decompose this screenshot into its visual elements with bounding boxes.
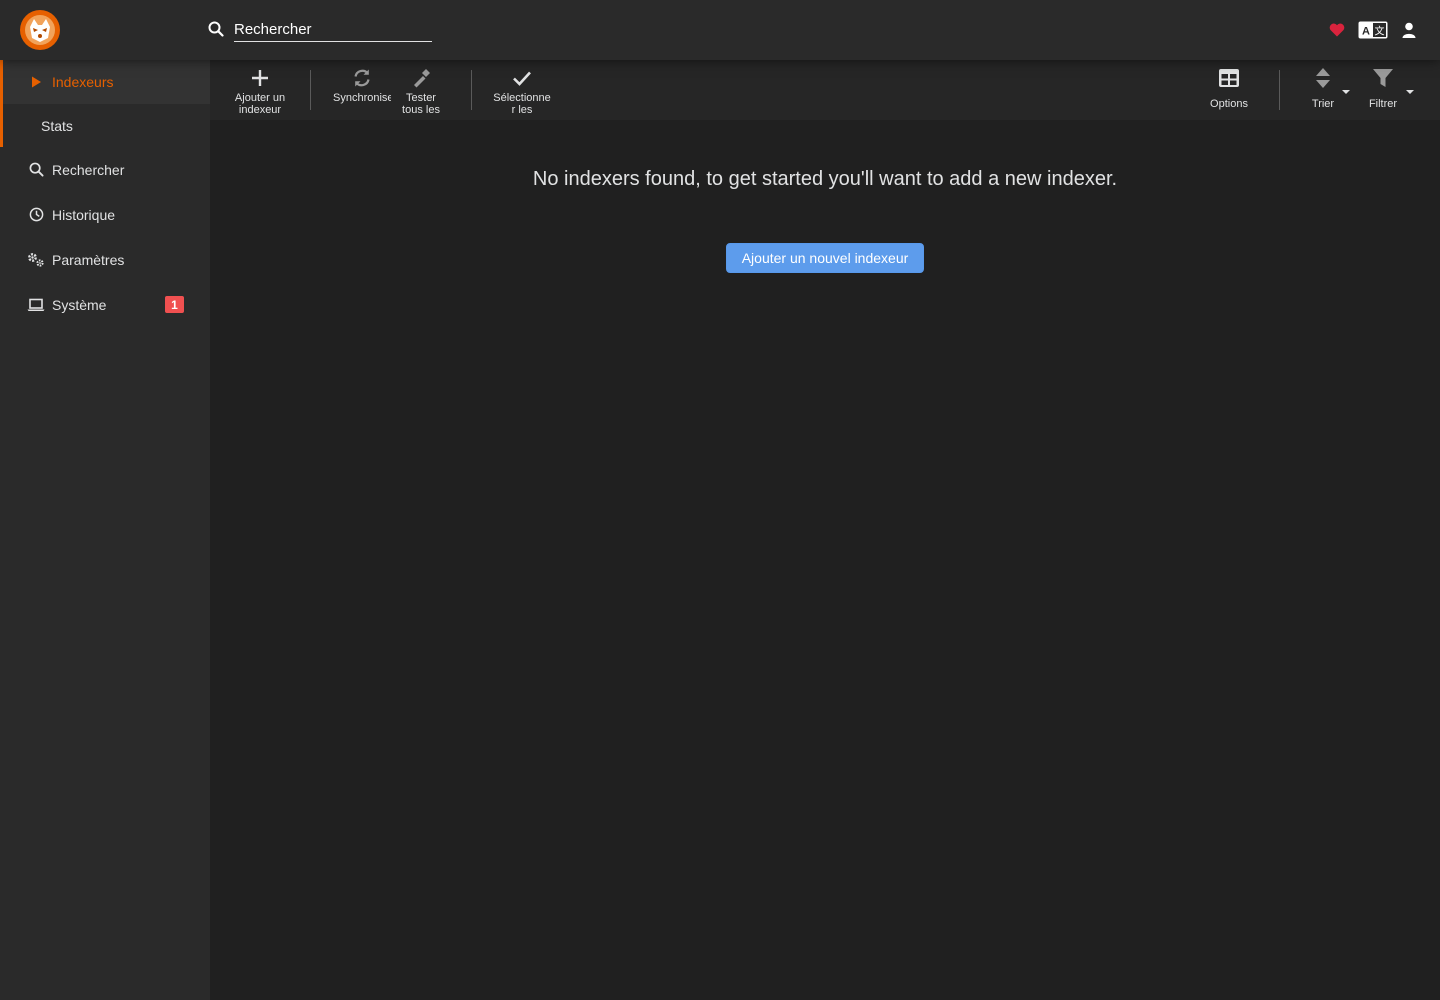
app-header: A文 xyxy=(0,0,1440,60)
empty-state-message: No indexers found, to get started you'll… xyxy=(532,168,1118,190)
chevron-down-icon xyxy=(1342,90,1350,94)
search-icon xyxy=(27,161,45,179)
sidebar-item-label: Rechercher xyxy=(52,161,125,178)
sidebar-item-rechercher[interactable]: Rechercher xyxy=(0,147,210,192)
translate-icon[interactable]: A文 xyxy=(1358,19,1388,41)
toolbar-separator xyxy=(471,70,472,110)
clock-icon xyxy=(27,206,45,224)
test-all-button[interactable]: Tester tous les xyxy=(390,60,452,120)
laptop-icon xyxy=(27,296,45,314)
checkmark-icon xyxy=(511,67,533,89)
header-actions: A文 xyxy=(1326,19,1420,41)
sidebar-item-label: Indexeurs xyxy=(52,74,114,90)
table-icon xyxy=(1218,67,1240,89)
page-toolbar: Ajouter un indexeur Synchroniser les Tes… xyxy=(210,60,1440,120)
filter-button[interactable]: Filtrer xyxy=(1352,60,1414,120)
sort-icon xyxy=(1312,67,1334,89)
sort-button[interactable]: Trier xyxy=(1292,60,1354,120)
svg-text:A: A xyxy=(1362,26,1370,38)
sync-indexers-button[interactable]: Synchroniser les xyxy=(331,60,393,120)
sidebar-item-label: Stats xyxy=(41,117,73,134)
add-indexer-button[interactable]: Ajouter un indexeur xyxy=(229,60,291,120)
sidebar-item-systeme[interactable]: Système 1 xyxy=(0,282,210,327)
sidebar: Indexeurs Stats Rechercher Historique Pa… xyxy=(0,60,210,1000)
play-icon xyxy=(27,73,45,91)
sidebar-item-historique[interactable]: Historique xyxy=(0,192,210,237)
toolbar-separator xyxy=(310,70,311,110)
sync-icon xyxy=(351,67,373,89)
sidebar-item-indexeurs[interactable]: Indexeurs xyxy=(0,60,210,104)
chevron-down-icon xyxy=(1406,90,1414,94)
sidebar-item-label: Historique xyxy=(52,206,116,223)
search-input[interactable] xyxy=(234,18,432,42)
heart-icon[interactable] xyxy=(1326,19,1348,41)
gears-icon xyxy=(27,251,45,269)
wrench-icon xyxy=(410,67,432,89)
sidebar-item-stats[interactable]: Stats xyxy=(0,104,210,147)
select-indexers-button[interactable]: Sélectionner les xyxy=(491,60,553,120)
sidebar-item-label: Paramètres xyxy=(52,251,125,268)
user-icon[interactable] xyxy=(1398,19,1420,41)
add-new-indexer-button[interactable]: Ajouter un nouvel indexeur xyxy=(726,243,924,273)
plus-icon xyxy=(249,67,271,89)
options-button[interactable]: Options xyxy=(1198,60,1260,120)
status-badge: 1 xyxy=(165,296,184,313)
svg-text:文: 文 xyxy=(1375,25,1385,38)
sidebar-item-parametres[interactable]: Paramètres xyxy=(0,237,210,282)
prowlarr-logo-icon[interactable] xyxy=(20,10,60,50)
search-icon xyxy=(208,21,224,37)
toolbar-separator xyxy=(1279,70,1280,110)
filter-icon xyxy=(1372,67,1394,89)
sidebar-item-label: Système xyxy=(52,296,107,313)
header-search xyxy=(208,18,434,44)
